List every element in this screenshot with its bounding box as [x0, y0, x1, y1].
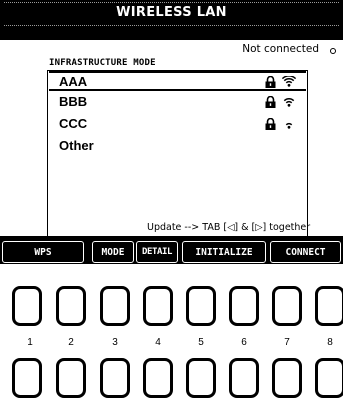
- upper-button-4[interactable]: [143, 286, 173, 326]
- lcd-screen: WIRELESS LAN Not connected INFRASTRUCTUR…: [0, 0, 343, 264]
- lower-button-6[interactable]: [229, 358, 259, 398]
- network-list: AAA BBB CCC Other: [47, 70, 308, 245]
- upper-button-5[interactable]: [186, 286, 216, 326]
- lock-icon: [265, 118, 276, 130]
- upper-button-6[interactable]: [229, 286, 259, 326]
- network-item-aaa[interactable]: AAA: [49, 71, 306, 91]
- wps-button[interactable]: WPS: [2, 241, 84, 263]
- network-name: CCC: [59, 116, 88, 131]
- lower-button-3[interactable]: [100, 358, 130, 398]
- button-number-3: 3: [112, 337, 118, 348]
- button-number-6: 6: [241, 337, 247, 348]
- network-item-ccc[interactable]: CCC: [49, 115, 306, 135]
- button-number-5: 5: [198, 337, 204, 348]
- lock-icon: [265, 96, 276, 108]
- button-number-2: 2: [68, 337, 74, 348]
- lower-button-5[interactable]: [186, 358, 216, 398]
- window-title: WIRELESS LAN: [0, 0, 343, 28]
- upper-button-7[interactable]: [272, 286, 302, 326]
- connect-button[interactable]: CONNECT: [270, 241, 341, 263]
- connection-status: Not connected: [242, 43, 319, 55]
- wifi-signal-icon: [283, 98, 295, 107]
- mode-button[interactable]: MODE: [92, 241, 134, 263]
- mode-label: INFRASTRUCTURE MODE: [49, 58, 156, 68]
- initialize-button[interactable]: INITIALIZE: [182, 241, 266, 263]
- function-button-bar: WPS MODE DETAIL INITIALIZE CONNECT: [0, 240, 343, 264]
- wifi-signal-icon: [282, 76, 296, 87]
- button-number-8: 8: [327, 337, 333, 348]
- button-number-7: 7: [284, 337, 290, 348]
- upper-button-8[interactable]: [315, 286, 343, 326]
- lock-icon: [265, 76, 276, 88]
- upper-button-2[interactable]: [56, 286, 86, 326]
- network-name: Other: [59, 138, 94, 153]
- network-item-bbb[interactable]: BBB: [49, 93, 306, 113]
- wifi-signal-icon: [285, 122, 293, 129]
- network-name: AAA: [59, 74, 88, 89]
- button-number-1: 1: [27, 337, 33, 348]
- content-panel: Not connected INFRASTRUCTURE MODE AAA BB…: [0, 40, 343, 245]
- lower-button-7[interactable]: [272, 358, 302, 398]
- upper-button-1[interactable]: [12, 286, 42, 326]
- status-dot-icon: [330, 48, 336, 54]
- network-item-other[interactable]: Other: [49, 137, 306, 157]
- network-name: BBB: [59, 94, 88, 109]
- detail-button[interactable]: DETAIL: [136, 241, 178, 263]
- update-hint: Update --> TAB [◁] & [▷] together: [147, 222, 311, 233]
- upper-button-3[interactable]: [100, 286, 130, 326]
- lower-button-8[interactable]: [315, 358, 343, 398]
- lower-button-4[interactable]: [143, 358, 173, 398]
- button-number-4: 4: [155, 337, 161, 348]
- lower-button-2[interactable]: [56, 358, 86, 398]
- lower-button-1[interactable]: [12, 358, 42, 398]
